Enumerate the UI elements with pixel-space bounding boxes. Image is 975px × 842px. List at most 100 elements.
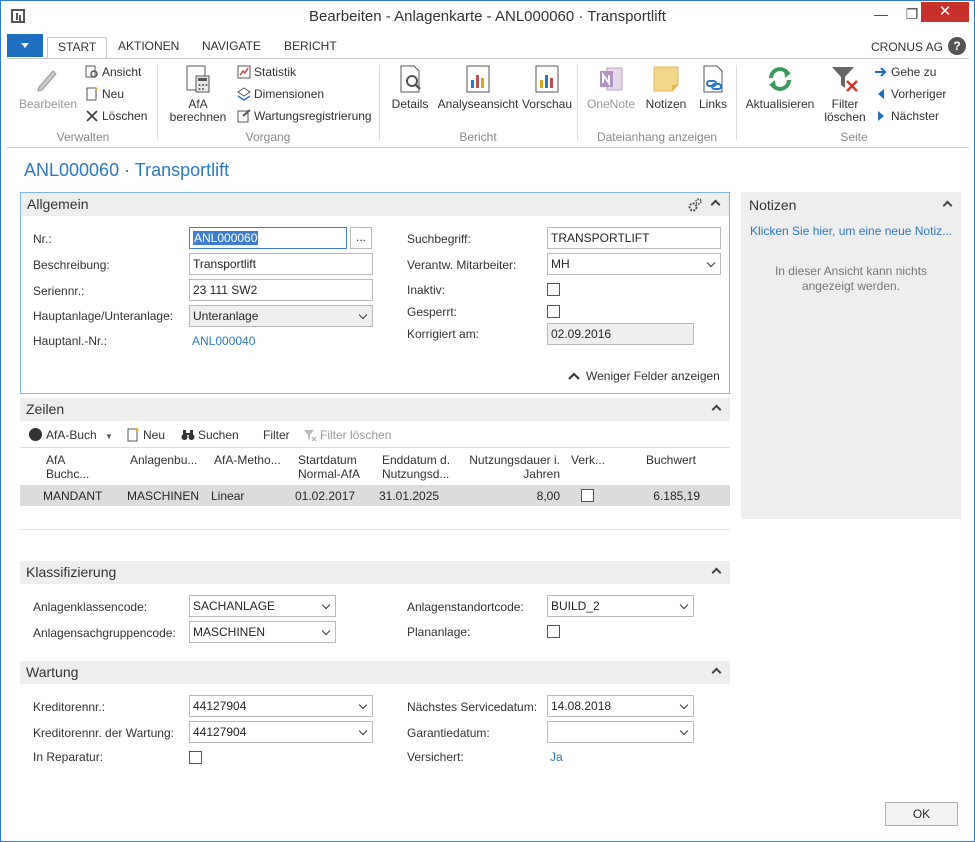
kreditor-select[interactable]: 44127904 xyxy=(189,695,373,717)
column-header-verkauft[interactable]: Verk... xyxy=(571,453,605,467)
inaktiv-label: Inaktiv: xyxy=(407,283,446,297)
naechster-button[interactable]: Nächster xyxy=(874,107,939,125)
ansicht-button[interactable]: Ansicht xyxy=(85,63,141,81)
hauptanl-nr-link[interactable]: ANL000040 xyxy=(192,334,255,348)
suchen-label: Suchen xyxy=(198,428,239,442)
notizen-info: In dieser Ansicht kann nichts angezeigt … xyxy=(774,264,928,293)
loeschen-button[interactable]: Löschen xyxy=(85,107,147,125)
klassifizierung-header[interactable]: Klassifizierung xyxy=(20,561,730,584)
filter-button[interactable]: Filter xyxy=(263,428,290,442)
ansicht-label: Ansicht xyxy=(102,65,142,79)
lines-neu-button[interactable]: Neu xyxy=(126,428,165,442)
bericht-group-label: Bericht xyxy=(459,130,497,144)
beschreibung-input[interactable]: Transportlift xyxy=(189,253,373,275)
mitarbeiter-select[interactable]: MH xyxy=(547,253,721,275)
tab-start[interactable]: START xyxy=(47,37,108,59)
cell-startdatum: 01.02.2017 xyxy=(295,489,356,503)
reparatur-checkbox[interactable] xyxy=(189,751,202,764)
zeilen-header[interactable]: Zeilen xyxy=(20,398,730,421)
gesperrt-checkbox[interactable] xyxy=(547,305,560,318)
column-header-startdatum[interactable]: Startdatum Normal-AfA xyxy=(298,453,360,481)
planlage-checkbox[interactable] xyxy=(547,625,560,638)
vorheriger-button[interactable]: Vorheriger xyxy=(874,85,946,103)
nr-lookup-button[interactable]: ... xyxy=(350,227,372,249)
column-header-text: AfA xyxy=(46,453,66,467)
inaktiv-checkbox[interactable] xyxy=(547,283,560,296)
sachgruppe-select[interactable]: MASCHINEN xyxy=(189,621,336,643)
circle-icon xyxy=(29,428,42,441)
column-header-text: Startdatum xyxy=(298,453,357,467)
service-date-select[interactable]: 14.08.2018 xyxy=(547,695,694,717)
ok-button[interactable]: OK xyxy=(885,802,958,826)
afa-buch-button[interactable]: AfA-Buch ▼ xyxy=(29,428,113,442)
versichert-label: Versichert: xyxy=(407,750,464,764)
garantie-date-select[interactable] xyxy=(547,721,694,743)
bearbeiten-button[interactable]: Bearbeiten xyxy=(19,63,77,111)
calculator-icon xyxy=(186,65,210,93)
filter-loeschen-button[interactable]: Filter löschen xyxy=(820,63,870,124)
suchen-button[interactable]: Suchen xyxy=(181,428,239,442)
tab-aktionen[interactable]: AKTIONEN xyxy=(108,37,189,59)
minimize-button[interactable]: — xyxy=(865,1,897,27)
onenote-button[interactable]: OneNote xyxy=(583,63,639,111)
vorschau-label: Vorschau xyxy=(521,97,573,111)
wartungsregistrierung-button[interactable]: Wartungsregistrierung xyxy=(237,107,372,125)
klassencode-select[interactable]: SACHANLAGE xyxy=(189,595,336,617)
column-header-text: Nutzungsd... xyxy=(382,467,450,481)
lines-grid-header: AfA Buchc... Anlagenbu... AfA-Metho... St… xyxy=(20,447,730,485)
nr-input[interactable]: ANL000060 xyxy=(189,227,347,249)
help-icon[interactable]: ? xyxy=(948,37,966,55)
afa-berechnen-button[interactable]: AfA berechnen xyxy=(165,63,231,124)
tab-bericht[interactable]: BERICHT xyxy=(274,37,347,59)
collapse-icon[interactable] xyxy=(710,199,721,210)
standort-select[interactable]: BUILD_2 xyxy=(547,595,694,617)
column-header-afa-methode[interactable]: AfA-Metho... xyxy=(214,453,281,467)
new-note-link[interactable]: Klicken Sie hier, um eine neue Notiz... xyxy=(750,224,955,238)
column-header-enddatum[interactable]: Enddatum d. Nutzungsd... xyxy=(382,453,450,481)
dimensionen-button[interactable]: Dimensionen xyxy=(237,85,324,103)
collapse-icon[interactable] xyxy=(711,667,722,678)
column-header-buchwert[interactable]: Buchwert xyxy=(624,453,696,467)
seriennr-input[interactable]: 23 111 SW2 xyxy=(189,279,373,301)
allgemein-header[interactable]: Allgemein xyxy=(21,193,729,216)
verkauft-checkbox[interactable] xyxy=(581,489,594,502)
cell-buchwert: 6.185,19 xyxy=(653,489,700,503)
lines-filter-loeschen-button[interactable]: Filter löschen xyxy=(303,428,391,442)
cell-nutzungsdauer: 8,00 xyxy=(536,489,560,503)
tab-navigate[interactable]: NAVIGATE xyxy=(192,37,271,59)
links-label: Links xyxy=(698,97,727,111)
neu-label: Neu xyxy=(102,87,125,101)
versichert-link[interactable]: Ja xyxy=(550,750,563,764)
analyseansicht-button[interactable]: Analyseansicht xyxy=(437,63,519,111)
ribbon-tabs: START AKTIONEN NAVIGATE BERICHT CRONUS A… xyxy=(7,34,969,59)
wartungsregistrierung-label: Wartungsregistrierung xyxy=(254,109,372,123)
links-button[interactable]: Links xyxy=(693,63,733,111)
collapse-icon[interactable] xyxy=(711,567,722,578)
weniger-felder-button[interactable]: Weniger Felder anzeigen xyxy=(568,369,720,383)
aktualisieren-button[interactable]: Aktualisieren xyxy=(744,63,816,111)
beschreibung-label: Beschreibung: xyxy=(33,258,110,272)
service-label: Nächstes Servicedatum: xyxy=(407,700,538,714)
column-header-afa-buchcode[interactable]: AfA Buchc... xyxy=(46,453,89,481)
details-button[interactable]: Details xyxy=(387,63,433,111)
sachgruppe-label: Anlagensachgruppencode: xyxy=(33,626,176,640)
ribbon: Bearbeiten Ansicht Neu Löschen Verwalten… xyxy=(7,58,969,148)
close-button[interactable]: ✕ xyxy=(921,2,969,22)
column-header-anlagenbuch[interactable]: Anlagenbu... xyxy=(130,453,197,467)
wartung-header[interactable]: Wartung xyxy=(20,661,730,684)
hauptanlage-unteranlage-select[interactable]: Unteranlage xyxy=(189,305,373,327)
suchbegriff-input[interactable]: TRANSPORTLIFT xyxy=(547,227,721,249)
window-title: Bearbeiten - Anlagenkarte - ANL000060 · … xyxy=(309,8,666,25)
collapse-icon[interactable] xyxy=(711,404,722,415)
notizen-button[interactable]: Notizen xyxy=(643,63,689,111)
neu-button[interactable]: Neu xyxy=(85,85,124,103)
statistik-button[interactable]: Statistik xyxy=(237,63,296,81)
collapse-icon[interactable] xyxy=(942,200,953,211)
app-menu-button[interactable] xyxy=(7,34,43,57)
gears-icon[interactable] xyxy=(687,197,703,213)
table-row[interactable]: MANDANT MASCHINEN Linear 01.02.2017 31.0… xyxy=(20,485,730,506)
column-header-nutzungsdauer[interactable]: Nutzungsdauer i. Jahren xyxy=(468,453,560,481)
kreditor-wartung-select[interactable]: 44127904 xyxy=(189,721,373,743)
gehe-zu-button[interactable]: Gehe zu xyxy=(874,63,936,81)
vorschau-button[interactable]: Vorschau xyxy=(521,63,573,111)
